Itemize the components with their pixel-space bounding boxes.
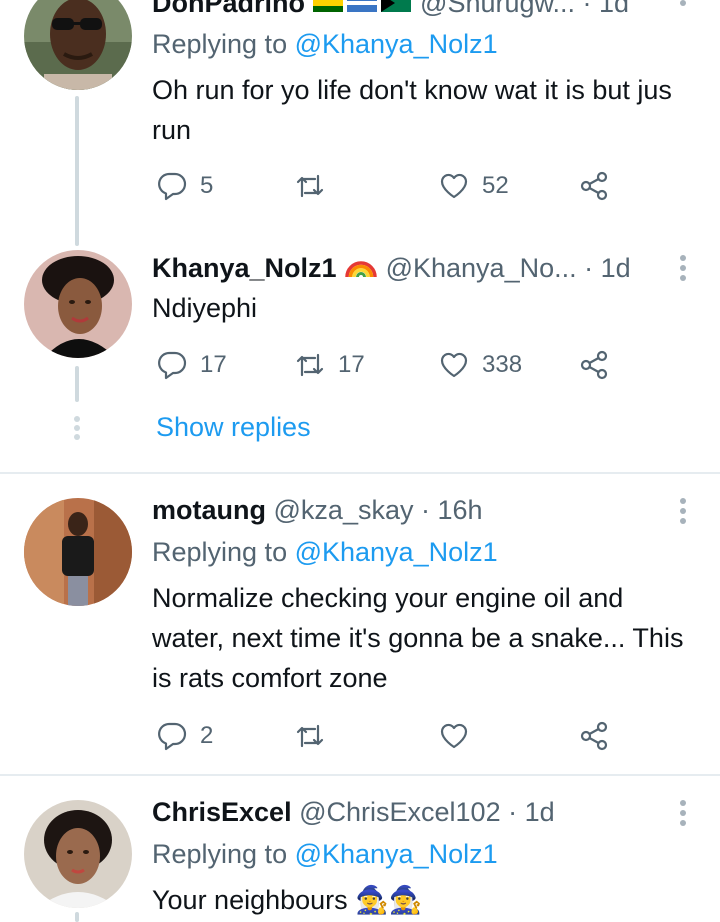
retweet-icon (296, 353, 324, 377)
like-button[interactable]: 52 (438, 166, 509, 206)
tweet-actions: 2 (152, 716, 622, 756)
reply-button[interactable]: 17 (156, 345, 227, 385)
reply-count: 2 (200, 722, 214, 749)
share-icon (580, 171, 608, 201)
retweet-icon (296, 724, 324, 748)
more-vertical-icon[interactable] (680, 0, 686, 10)
avatar-khanya[interactable] (24, 250, 132, 358)
tweet-actions: 17 17 338 (152, 345, 622, 385)
flag-emojis (312, 0, 413, 22)
reply-button[interactable]: 5 (156, 166, 213, 206)
mention-link[interactable]: @Khanya_Nolz1 (295, 839, 498, 869)
replying-to: Replying to @Khanya_Nolz1 (152, 27, 498, 61)
reply-count: 5 (200, 172, 214, 199)
share-button[interactable] (578, 345, 610, 385)
avatar-motaung[interactable] (24, 498, 132, 606)
replying-to: Replying to @Khanya_Nolz1 (152, 837, 498, 871)
show-replies-link[interactable]: Show replies (156, 410, 311, 444)
display-name[interactable]: motaung (152, 495, 266, 525)
like-count: 338 (482, 351, 523, 378)
user-handle[interactable]: @Khanya_No... (386, 253, 577, 283)
tweet-header: motaung @kza_skay · 16h (152, 493, 483, 527)
heart-icon (440, 723, 468, 749)
rainbow-emoji (344, 253, 378, 287)
tweet-header: Khanya_Nolz1 @Khanya_No... · 1d (152, 251, 631, 287)
avatar-donpadrino[interactable] (24, 0, 132, 90)
tweet-text: Oh run for yo life don't know wat it is … (152, 75, 672, 145)
tweet-text: Normalize checking your engine oil and w… (152, 583, 684, 693)
reply-icon (158, 722, 187, 751)
tweet-chrisexcel[interactable]: ChrisExcel @ChrisExcel102 · 1d Replying … (0, 776, 720, 922)
thread-line (75, 912, 79, 922)
display-name[interactable]: ChrisExcel (152, 797, 292, 827)
share-button[interactable] (578, 716, 610, 756)
tweet-donpadrino[interactable]: DonPadrino @Shurugw... · 1d Replying to … (0, 0, 720, 250)
thread-line (75, 366, 79, 402)
share-button[interactable] (578, 166, 610, 206)
replying-to-label: Replying to (152, 537, 295, 567)
tweet-khanya[interactable]: Khanya_Nolz1 @Khanya_No... · 1d Ndiyephi… (0, 250, 720, 472)
heart-icon (440, 352, 468, 378)
user-handle[interactable]: @Shurugw... (420, 0, 575, 18)
more-vertical-icon[interactable] (680, 255, 686, 285)
retweet-count: 17 (338, 351, 365, 378)
tweet-text: Ndiyephi (152, 293, 258, 323)
reply-icon (158, 351, 187, 380)
tweet-actions: 5 52 (152, 166, 622, 206)
heart-icon (440, 173, 468, 199)
replying-to: Replying to @Khanya_Nolz1 (152, 535, 498, 569)
tweet-header: DonPadrino @Shurugw... · 1d (152, 0, 629, 22)
user-handle[interactable]: @kza_skay (274, 495, 414, 525)
more-vertical-icon[interactable] (680, 498, 686, 528)
display-name[interactable]: Khanya_Nolz1 (152, 253, 337, 283)
replying-to-label: Replying to (152, 839, 295, 869)
more-vertical-icon[interactable] (680, 800, 686, 830)
reply-icon (158, 172, 187, 201)
tweet-time[interactable]: · 1d (584, 253, 631, 283)
retweet-button[interactable] (294, 716, 338, 756)
mention-link[interactable]: @Khanya_Nolz1 (295, 29, 498, 59)
avatar-chrisexcel[interactable] (24, 800, 132, 908)
like-button[interactable]: 338 (438, 345, 522, 385)
replying-to-label: Replying to (152, 29, 295, 59)
like-count: 52 (482, 172, 509, 199)
share-icon (580, 350, 608, 380)
retweet-button[interactable]: 17 (294, 345, 365, 385)
display-name[interactable]: DonPadrino (152, 0, 305, 18)
thread-line (75, 96, 79, 246)
user-handle[interactable]: @ChrisExcel102 (299, 797, 501, 827)
retweet-button[interactable] (294, 166, 338, 206)
tweet-time[interactable]: · 1d (583, 0, 630, 18)
mention-link[interactable]: @Khanya_Nolz1 (295, 537, 498, 567)
tweet-time[interactable]: · 1d (508, 797, 555, 827)
more-replies-indicator (74, 416, 80, 443)
reply-button[interactable]: 2 (156, 716, 213, 756)
reply-count: 17 (200, 351, 227, 378)
tweet-time[interactable]: · 16h (421, 495, 483, 525)
tweet-motaung[interactable]: motaung @kza_skay · 16h Replying to @Kha… (0, 474, 720, 774)
tweet-header: ChrisExcel @ChrisExcel102 · 1d (152, 795, 555, 829)
like-button[interactable] (438, 716, 482, 756)
retweet-icon (296, 174, 324, 198)
tweet-text: Your neighbours 🧙‍♀️🧙‍♀️ (152, 885, 423, 915)
share-icon (580, 721, 608, 751)
